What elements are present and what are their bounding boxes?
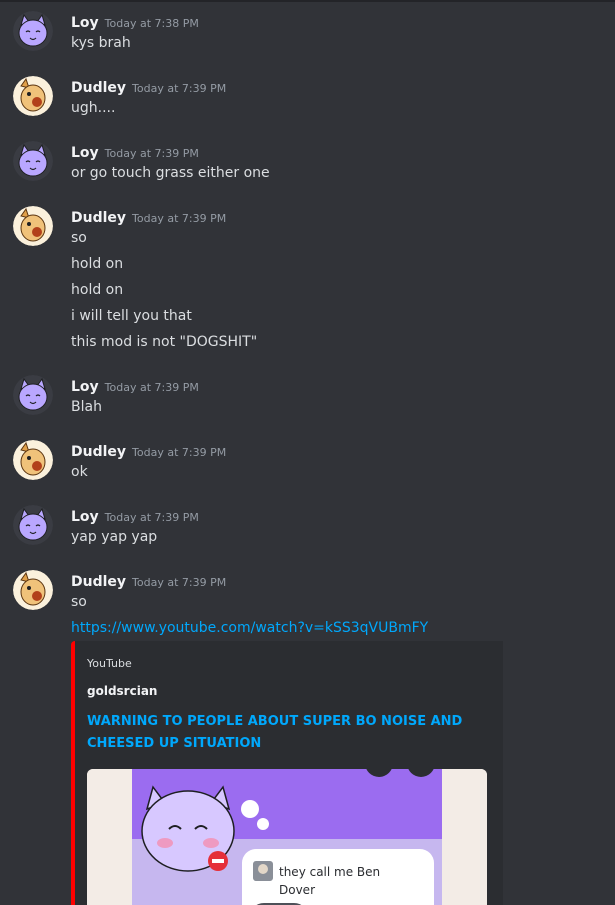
message-text: so (71, 594, 87, 610)
avatar[interactable] (13, 440, 53, 480)
cat-avatar-icon (13, 11, 53, 51)
timestamp: Today at 7:39 PM (104, 381, 199, 394)
timestamp: Today at 7:39 PM (132, 82, 227, 95)
username[interactable]: Dudley (71, 574, 126, 590)
timestamp: Today at 7:39 PM (132, 212, 227, 225)
cat-avatar-icon (13, 375, 53, 415)
message-text: so (71, 230, 87, 246)
username[interactable]: Loy (71, 15, 99, 31)
message-text: hold on (71, 256, 124, 272)
message-text: kys brah (71, 35, 131, 51)
embed-provider[interactable]: YouTube (87, 657, 132, 670)
message-text: Blah (71, 399, 102, 415)
thumbnail-caption: they call me Ben Dover (279, 865, 381, 897)
avatar[interactable] (13, 570, 53, 610)
avatar[interactable] (13, 11, 53, 51)
embed-author[interactable]: goldsrcian (87, 684, 157, 698)
avatar[interactable] (13, 375, 53, 415)
username[interactable]: Loy (71, 379, 99, 395)
dog-avatar-icon (13, 76, 53, 116)
timestamp: Today at 7:38 PM (104, 17, 199, 30)
cat-avatar-icon (13, 505, 53, 545)
username[interactable]: Dudley (71, 210, 126, 226)
embed-title[interactable]: WARNING TO PEOPLE ABOUT SUPER BO NOISE A… (87, 711, 487, 755)
username[interactable]: Dudley (71, 444, 126, 460)
username[interactable]: Loy (71, 509, 99, 525)
cat-avatar-icon (13, 141, 53, 181)
dog-avatar-icon (13, 440, 53, 480)
youtube-link[interactable]: https://www.youtube.com/watch?v=kSS3qVUB… (71, 618, 428, 638)
message-text: yap yap yap (71, 529, 158, 545)
message-text: hold on (71, 282, 124, 298)
message-text: i will tell you that (71, 308, 192, 324)
timestamp: Today at 7:39 PM (132, 576, 227, 589)
message-text: this mod is not "DOGSHIT" (71, 334, 258, 350)
username[interactable]: Loy (71, 145, 99, 161)
video-thumbnail[interactable]: they call me Ben Dover (87, 769, 487, 905)
message-text: ugh.... (71, 100, 116, 116)
timestamp: Today at 7:39 PM (104, 147, 199, 160)
timestamp: Today at 7:39 PM (132, 446, 227, 459)
dog-avatar-icon (13, 206, 53, 246)
username[interactable]: Dudley (71, 80, 126, 96)
avatar[interactable] (13, 76, 53, 116)
message-text: ok (71, 464, 88, 480)
message-text: or go touch grass either one (71, 165, 270, 181)
dog-avatar-icon (13, 570, 53, 610)
avatar[interactable] (13, 141, 53, 181)
timestamp: Today at 7:39 PM (104, 511, 199, 524)
avatar[interactable] (13, 206, 53, 246)
link-embed: YouTube goldsrcian WARNING TO PEOPLE ABO… (71, 641, 503, 905)
chat-messages: Loy Today at 7:38 PM kys brah Dudley Today… (0, 0, 615, 905)
avatar[interactable] (13, 505, 53, 545)
